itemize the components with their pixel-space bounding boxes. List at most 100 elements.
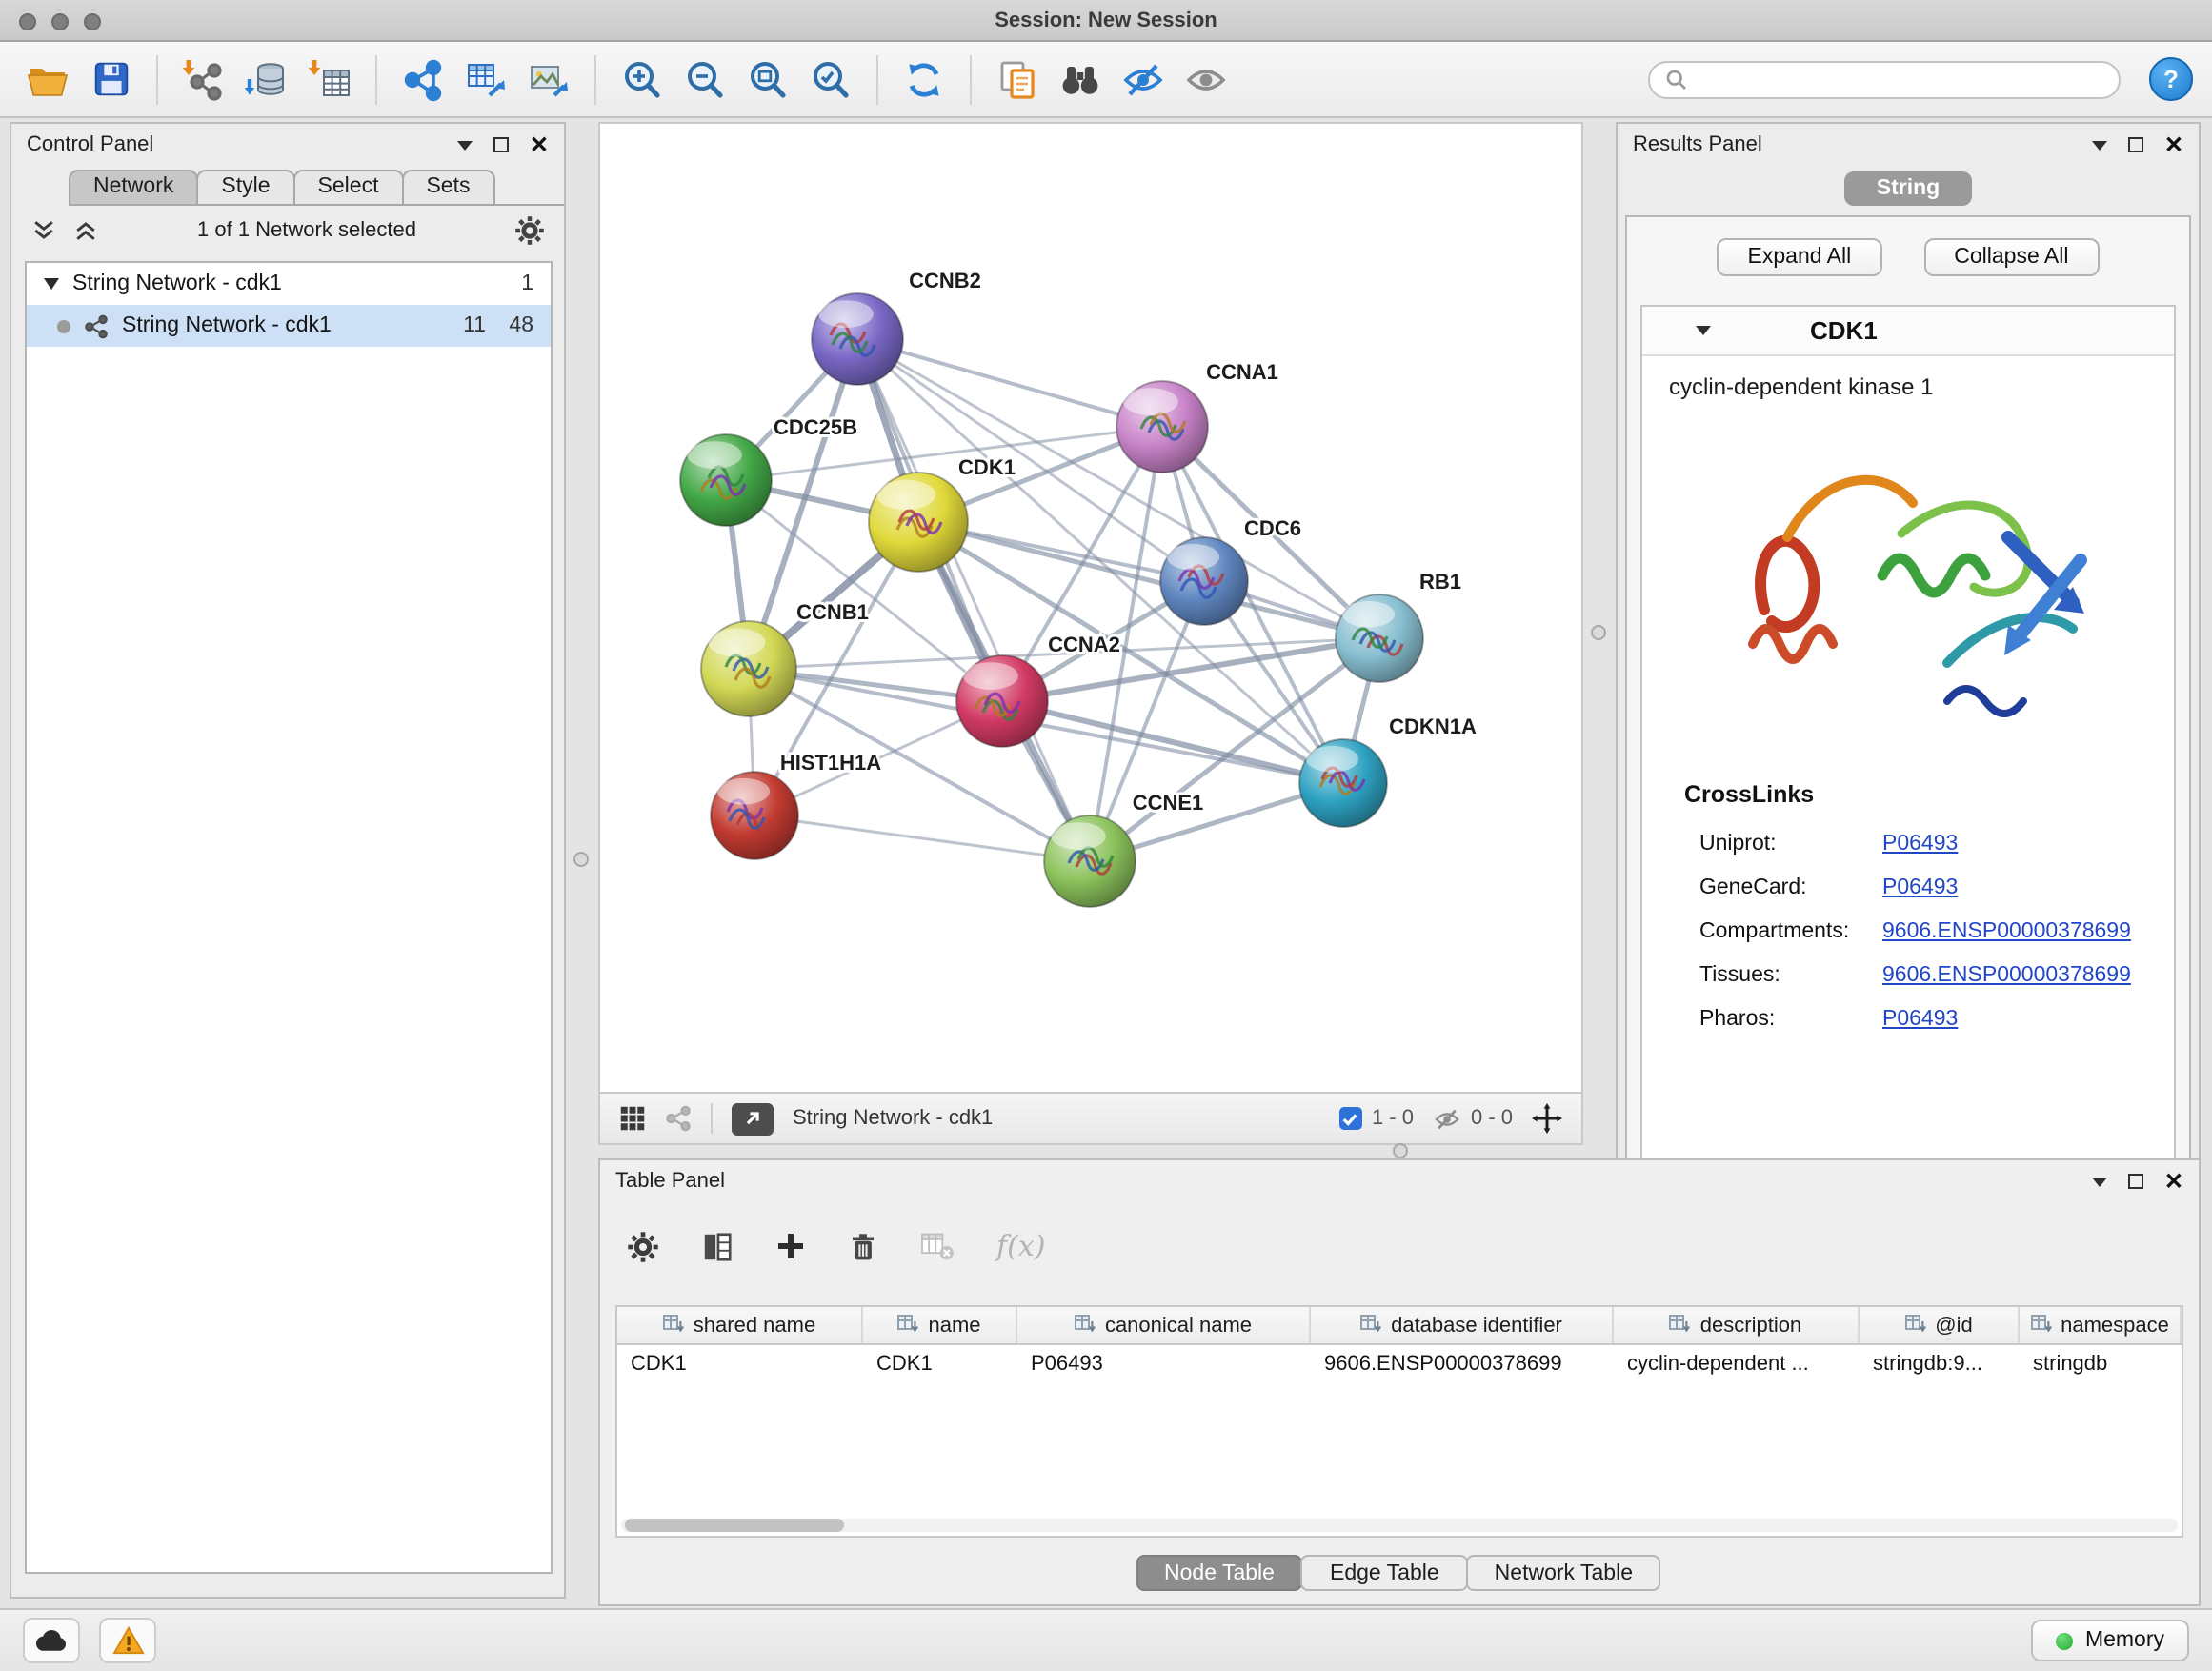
save-session-button[interactable] xyxy=(82,50,139,108)
hide-selected-button[interactable] xyxy=(1115,50,1172,108)
crosslink-label: Pharos: xyxy=(1699,1007,1882,1030)
network-edge[interactable] xyxy=(857,339,1162,427)
birdseye-view-icon[interactable] xyxy=(619,1105,646,1132)
panel-menu-icon[interactable] xyxy=(2092,140,2107,150)
import-network-database-button[interactable] xyxy=(238,50,295,108)
minimize-window-button[interactable] xyxy=(51,12,69,30)
network-edge[interactable] xyxy=(918,522,1379,638)
network-node-CDKN1A[interactable]: CDKN1A xyxy=(1299,715,1477,827)
table-row[interactable]: CDK1CDK1P064939606.ENSP00000378699cyclin… xyxy=(617,1345,2182,1383)
column-header-name[interactable]: name xyxy=(863,1307,1017,1343)
refresh-button[interactable] xyxy=(895,50,953,108)
tree-expand-icon[interactable] xyxy=(44,278,59,290)
column-header-canonical-name[interactable]: canonical name xyxy=(1017,1307,1311,1343)
vertical-splitter-grip[interactable] xyxy=(1591,625,1606,640)
column-header-shared-name[interactable]: shared name xyxy=(617,1307,863,1343)
crosslink-link[interactable]: 9606.ENSP00000378699 xyxy=(1882,919,2131,942)
memory-button[interactable]: Memory xyxy=(2032,1620,2189,1661)
network-edge[interactable] xyxy=(1002,701,1343,783)
network-edge[interactable] xyxy=(754,815,1090,861)
network-table-button[interactable] xyxy=(457,50,514,108)
detach-view-button[interactable] xyxy=(732,1102,774,1135)
maximize-window-button[interactable] xyxy=(84,12,101,30)
delete-column-icon[interactable] xyxy=(848,1230,878,1262)
add-column-icon[interactable] xyxy=(775,1231,806,1261)
panel-close-icon[interactable]: ✕ xyxy=(2164,133,2183,156)
panel-float-icon[interactable] xyxy=(2128,1174,2143,1189)
network-row[interactable]: String Network - cdk1 11 48 xyxy=(27,305,551,347)
panel-menu-icon[interactable] xyxy=(457,140,473,150)
import-network-file-button[interactable] xyxy=(175,50,232,108)
help-icon: ? xyxy=(2163,65,2179,93)
binoculars-button[interactable] xyxy=(1052,50,1109,108)
show-all-button[interactable] xyxy=(1177,50,1235,108)
collapse-all-icon[interactable] xyxy=(30,217,57,244)
panel-close-icon[interactable]: ✕ xyxy=(2164,1170,2183,1193)
global-search-field[interactable] xyxy=(1648,60,2121,98)
vertical-splitter-grip[interactable] xyxy=(573,852,589,867)
network-collection-row[interactable]: String Network - cdk1 1 xyxy=(27,263,551,305)
network-node-CCNE1[interactable]: CCNE1 xyxy=(1044,791,1203,907)
network-node-HIST1H1A[interactable]: HIST1H1A xyxy=(711,751,881,859)
network-node-CDK1[interactable]: CDK1 xyxy=(869,455,1016,572)
tab-node-table[interactable]: Node Table xyxy=(1136,1555,1303,1591)
crosslink-row: Uniprot:P06493 xyxy=(1642,821,2174,865)
column-header-database-identifier[interactable]: database identifier xyxy=(1311,1307,1614,1343)
network-canvas[interactable]: CCNB2CCNA1CDC25BCDK1CDC6RB1CCNB1CCNA2CDK… xyxy=(600,124,1581,1092)
show-columns-icon[interactable] xyxy=(701,1230,734,1262)
export-image-button[interactable] xyxy=(520,50,577,108)
zoom-out-button[interactable] xyxy=(676,50,734,108)
tab-style[interactable]: Style xyxy=(196,170,294,204)
zoom-selected-button[interactable] xyxy=(802,50,859,108)
cloud-status-button[interactable] xyxy=(23,1618,80,1663)
network-selection-bar: 1 of 1 Network selected xyxy=(11,206,564,255)
zoom-fit-button[interactable] xyxy=(739,50,796,108)
scrollbar-thumb[interactable] xyxy=(625,1519,844,1532)
zoom-in-icon xyxy=(619,56,665,102)
horizontal-splitter-grip[interactable] xyxy=(1393,1143,1408,1158)
copy-button[interactable] xyxy=(989,50,1046,108)
new-network-button[interactable] xyxy=(394,50,452,108)
network-edge[interactable] xyxy=(857,339,1090,861)
close-window-button[interactable] xyxy=(19,12,36,30)
panel-close-icon[interactable]: ✕ xyxy=(530,133,549,156)
panel-menu-icon[interactable] xyxy=(2092,1177,2107,1186)
gear-icon[interactable] xyxy=(514,215,545,246)
network-icon-disabled[interactable] xyxy=(665,1105,692,1132)
panel-float-icon[interactable] xyxy=(2128,137,2143,152)
zoom-in-button[interactable] xyxy=(613,50,671,108)
open-session-button[interactable] xyxy=(19,50,76,108)
collapse-section-icon[interactable] xyxy=(1696,326,1711,335)
expand-all-icon[interactable] xyxy=(72,217,99,244)
table-settings-gear-icon[interactable] xyxy=(627,1230,659,1262)
column-header-namespace[interactable]: namespace xyxy=(2020,1307,2182,1343)
gene-card-header[interactable]: CDK1 xyxy=(1642,307,2174,356)
crosslink-link[interactable]: P06493 xyxy=(1882,832,1958,855)
column-header-description[interactable]: description xyxy=(1614,1307,1860,1343)
panel-float-icon[interactable] xyxy=(493,137,509,152)
network-node-CDC6[interactable]: CDC6 xyxy=(1160,516,1301,625)
crosslink-link[interactable]: P06493 xyxy=(1882,1007,1958,1030)
expand-all-button[interactable]: Expand All xyxy=(1718,238,1882,276)
import-table-button[interactable] xyxy=(301,50,358,108)
pan-crosshair-icon[interactable] xyxy=(1532,1103,1562,1134)
tab-network-table[interactable]: Network Table xyxy=(1466,1555,1661,1591)
crosslink-link[interactable]: 9606.ENSP00000378699 xyxy=(1882,963,2131,986)
search-input[interactable] xyxy=(1699,68,2103,91)
tab-select[interactable]: Select xyxy=(293,170,404,204)
tab-network[interactable]: Network xyxy=(69,170,198,204)
tab-sets[interactable]: Sets xyxy=(401,170,494,204)
help-button[interactable]: ? xyxy=(2149,57,2193,101)
crosslink-link[interactable]: P06493 xyxy=(1882,876,1958,898)
crosslink-row: Compartments:9606.ENSP00000378699 xyxy=(1642,909,2174,953)
tab-string[interactable]: String xyxy=(1844,171,1972,206)
collapse-all-button[interactable]: Collapse All xyxy=(1923,238,2099,276)
selected-checkbox-icon[interactable] xyxy=(1339,1107,1362,1130)
network-node-RB1[interactable]: RB1 xyxy=(1336,570,1461,682)
warnings-button[interactable] xyxy=(99,1618,156,1663)
tab-edge-table[interactable]: Edge Table xyxy=(1301,1555,1468,1591)
table-scrollbar[interactable] xyxy=(621,1519,2178,1532)
column-header-id[interactable]: @id xyxy=(1860,1307,2020,1343)
column-type-icon xyxy=(897,1315,918,1336)
network-node-CCNA1[interactable]: CCNA1 xyxy=(1116,360,1278,473)
